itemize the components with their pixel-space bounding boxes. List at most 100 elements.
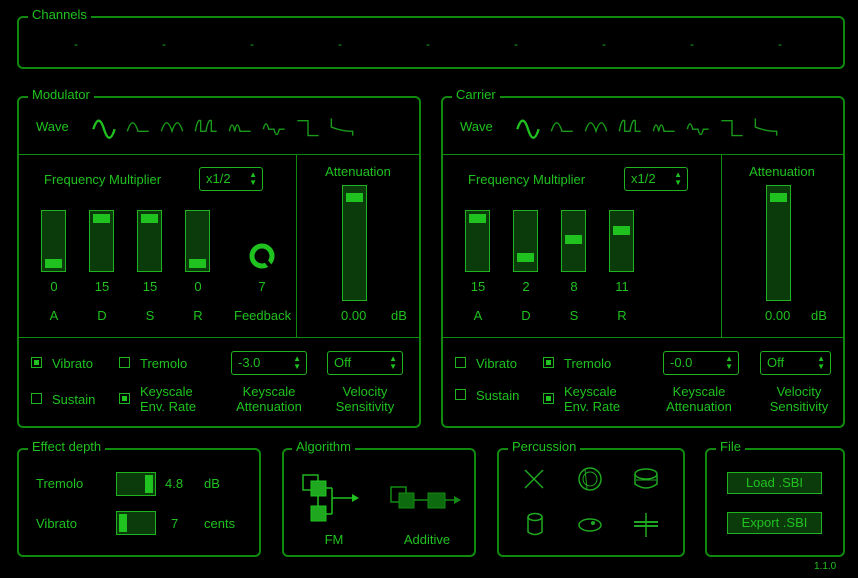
feedback-knob-icon[interactable]: [248, 242, 276, 270]
effect-vibrato-slider[interactable]: [116, 511, 156, 535]
modulator-freq-label: Frequency Multiplier: [44, 172, 162, 187]
modulator-quarter-sine-wave-icon[interactable]: [190, 112, 222, 140]
carrier-tremolo-checkbox[interactable]: [543, 357, 554, 368]
percussion-off-icon[interactable]: [523, 468, 545, 490]
slider-thumb[interactable]: [469, 214, 486, 223]
carrier-attack-slider[interactable]: [465, 210, 490, 272]
modulator-attenuation-value: 0.00: [341, 308, 367, 323]
carrier-decay-slider[interactable]: [513, 210, 538, 272]
slider-thumb[interactable]: [517, 253, 534, 263]
fm-algorithm-icon[interactable]: [302, 474, 362, 526]
modulator-divider-vert: [296, 155, 297, 337]
slider-thumb[interactable]: [145, 475, 153, 493]
slider-thumb[interactable]: [189, 259, 206, 268]
modulator-ksl-select[interactable]: -3.0 ▲ ▼: [231, 351, 307, 375]
additive-algorithm-icon[interactable]: [390, 486, 464, 512]
effect-depth-title: Effect depth: [28, 439, 106, 454]
modulator-square-wave-icon[interactable]: [292, 112, 324, 140]
carrier-divider-top: [442, 154, 844, 155]
slider-thumb[interactable]: [346, 192, 363, 202]
carrier-velocity-value: Off: [767, 355, 785, 370]
hi-hat-icon[interactable]: [632, 512, 660, 538]
slider-thumb[interactable]: [565, 235, 582, 245]
modulator-attenuation-label: Attenuation: [325, 164, 391, 179]
slider-thumb[interactable]: [93, 214, 110, 223]
modulator-camel-sine-wave-icon[interactable]: [258, 112, 290, 140]
carrier-alt-sine-wave-icon[interactable]: [648, 112, 680, 140]
modulator-freq-select[interactable]: x1/2 ▲ ▼: [199, 167, 263, 191]
carrier-vibrato-checkbox[interactable]: [455, 357, 466, 368]
channel-slot-9[interactable]: -: [774, 37, 786, 51]
file-panel: [705, 448, 845, 557]
carrier-sustain-label: S: [569, 308, 579, 323]
slider-thumb[interactable]: [141, 214, 158, 223]
modulator-attack-slider[interactable]: [41, 210, 66, 272]
updown-arrows-icon: ▲ ▼: [389, 354, 397, 371]
carrier-decay-label: D: [521, 308, 531, 323]
updown-arrows-icon: ▲ ▼: [725, 354, 733, 371]
channel-slot-2[interactable]: -: [158, 37, 170, 51]
carrier-velocity-select[interactable]: Off ▲ ▼: [760, 351, 831, 375]
carrier-release-slider[interactable]: [609, 210, 634, 272]
bass-drum-icon[interactable]: [576, 465, 604, 493]
slider-thumb[interactable]: [770, 192, 787, 202]
modulator-attenuation-slider[interactable]: [342, 185, 367, 301]
modulator-abs-sine-wave-icon[interactable]: [156, 112, 188, 140]
updown-arrows-icon: ▲ ▼: [249, 170, 257, 187]
modulator-sustain-slider[interactable]: [137, 210, 162, 272]
channel-slot-5[interactable]: -: [422, 37, 434, 51]
slider-thumb[interactable]: [45, 259, 62, 268]
modulator-sustain-checkbox[interactable]: [31, 393, 42, 404]
modulator-velocity-label-1: Velocity: [342, 384, 388, 399]
carrier-camel-sine-wave-icon[interactable]: [682, 112, 714, 140]
carrier-freq-label: Frequency Multiplier: [468, 172, 586, 187]
carrier-decay-value: 2: [522, 279, 530, 294]
modulator-velocity-select[interactable]: Off ▲ ▼: [327, 351, 403, 375]
carrier-sustain-slider[interactable]: [561, 210, 586, 272]
carrier-tremolo-label: Tremolo: [564, 356, 612, 371]
modulator-title: Modulator: [28, 87, 94, 102]
effect-tremolo-unit: dB: [204, 476, 220, 491]
modulator-sine-wave-icon[interactable]: [88, 112, 120, 140]
effect-tremolo-slider[interactable]: [116, 472, 156, 496]
tom-icon[interactable]: [525, 512, 545, 538]
carrier-ksl-select[interactable]: -0.0 ▲ ▼: [663, 351, 739, 375]
carrier-attenuation-value: 0.00: [765, 308, 791, 323]
channel-slot-1[interactable]: -: [70, 37, 82, 51]
modulator-half-sine-wave-icon[interactable]: [122, 112, 154, 140]
modulator-log-saw-wave-icon[interactable]: [326, 112, 358, 140]
cymbal-icon[interactable]: [576, 514, 604, 534]
slider-thumb[interactable]: [119, 514, 127, 532]
channel-slot-8[interactable]: -: [686, 37, 698, 51]
load-sbi-button[interactable]: Load .SBI: [727, 472, 822, 494]
channel-slot-3[interactable]: -: [246, 37, 258, 51]
carrier-sine-wave-icon[interactable]: [512, 112, 544, 140]
carrier-quarter-sine-wave-icon[interactable]: [614, 112, 646, 140]
channel-slot-6[interactable]: -: [510, 37, 522, 51]
export-sbi-button[interactable]: Export .SBI: [727, 512, 822, 534]
carrier-sustain-value: 8: [570, 279, 578, 294]
channel-slot-7[interactable]: -: [598, 37, 610, 51]
modulator-vibrato-checkbox[interactable]: [31, 357, 42, 368]
modulator-alt-sine-wave-icon[interactable]: [224, 112, 256, 140]
carrier-ksr-checkbox[interactable]: [543, 393, 554, 404]
carrier-half-sine-wave-icon[interactable]: [546, 112, 578, 140]
carrier-abs-sine-wave-icon[interactable]: [580, 112, 612, 140]
modulator-decay-value: 15: [94, 279, 110, 294]
modulator-decay-slider[interactable]: [89, 210, 114, 272]
modulator-sustain-value: 15: [142, 279, 158, 294]
carrier-square-wave-icon[interactable]: [716, 112, 748, 140]
channel-slot-4[interactable]: -: [334, 37, 346, 51]
carrier-freq-select[interactable]: x1/2 ▲ ▼: [624, 167, 688, 191]
carrier-attenuation-slider[interactable]: [766, 185, 791, 301]
snare-icon[interactable]: [632, 466, 660, 492]
modulator-tremolo-checkbox[interactable]: [119, 357, 130, 368]
modulator-release-slider[interactable]: [185, 210, 210, 272]
percussion-title: Percussion: [508, 439, 581, 454]
slider-thumb[interactable]: [613, 226, 630, 236]
modulator-ksr-checkbox[interactable]: [119, 393, 130, 404]
modulator-ksr-label-1: Keyscale: [140, 384, 193, 399]
carrier-sustain-checkbox[interactable]: [455, 389, 466, 400]
effect-vibrato-label: Vibrato: [36, 516, 77, 531]
carrier-log-saw-wave-icon[interactable]: [750, 112, 782, 140]
